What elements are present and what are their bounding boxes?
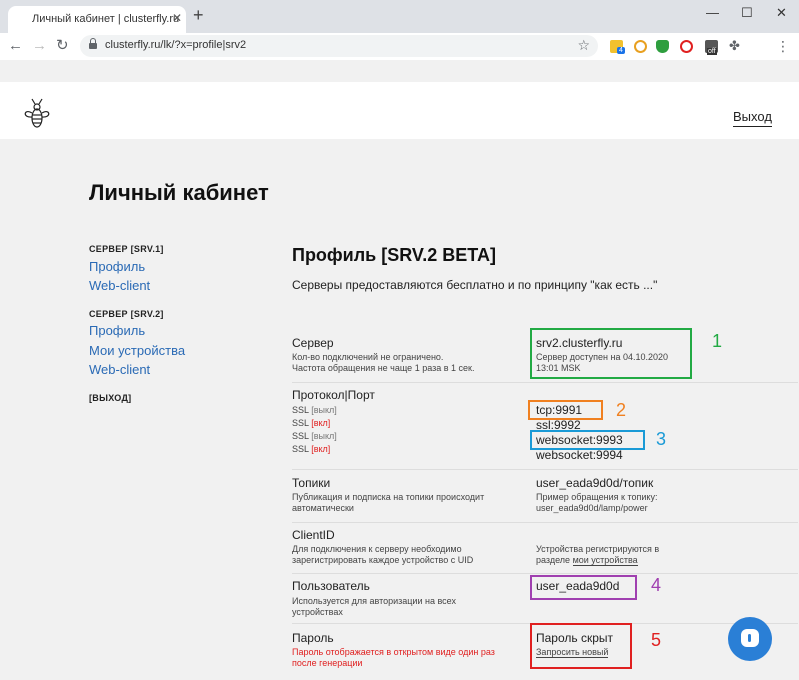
my-devices-link[interactable]: мои устройства	[572, 555, 638, 566]
tab-title: Личный кабинет | clusterfly.ru	[32, 13, 180, 25]
password-desc-2: после генерации	[292, 658, 363, 668]
chat-widget-button[interactable]	[728, 617, 772, 661]
topics-note-1: Пример обращения к топику:	[536, 492, 658, 502]
sidebar-item-exit[interactable]: [ВЫХОД]	[89, 393, 131, 403]
annotation-box-3	[530, 430, 645, 450]
header-exit-link[interactable]: Выход	[733, 109, 772, 127]
address-bar[interactable]: clusterfly.ru/lk/?x=profile|srv2 ☆	[80, 35, 598, 57]
maximize-icon[interactable]: ☐	[741, 5, 753, 21]
tab-close-icon[interactable]: ✕	[172, 11, 182, 25]
ssl-text: SSL	[292, 418, 309, 428]
sidebar-item-srv2-webclient[interactable]: Web-client	[89, 362, 150, 377]
url-text: clusterfly.ru/lk/?x=profile|srv2	[105, 39, 247, 51]
extension-badge-1: 4	[617, 47, 625, 54]
server-desc-1: Кол-во подключений не ограничено.	[292, 352, 444, 362]
sidebar-item-srv2-devices[interactable]: Мои устройства	[89, 343, 185, 358]
ssl-on-badge: [вкл]	[311, 418, 331, 428]
extension-badge-2: off	[707, 48, 717, 55]
menu-dots-icon[interactable]: ⋮	[776, 38, 790, 55]
sidebar-item-srv1-profile[interactable]: Профиль	[89, 259, 145, 274]
chat-bubble-icon	[741, 629, 759, 647]
browser-tab-strip: Личный кабинет | clusterfly.ru ✕ + — ☐ ✕	[0, 0, 799, 33]
annotation-number-3: 3	[656, 429, 667, 449]
sidebar-item-srv1-webclient[interactable]: Web-client	[89, 278, 150, 293]
ssl-text: SSL	[292, 444, 309, 454]
clientid-note-2: разделе мои устройства	[536, 555, 638, 566]
topics-value: user_eada9d0d/топик	[536, 476, 654, 490]
annotation-number-4: 4	[651, 575, 662, 595]
ssl-line-1: SSL [выкл]	[292, 405, 337, 415]
extension-icon-2[interactable]	[634, 40, 647, 53]
minimize-icon[interactable]: —	[706, 5, 719, 20]
ssl-line-2: SSL [вкл]	[292, 418, 330, 428]
topics-desc-1: Публикация и подписка на топики происход…	[292, 492, 485, 502]
ssl-text: SSL	[292, 405, 309, 415]
ssl-on-badge: [вкл]	[311, 444, 331, 454]
lock-icon	[89, 38, 97, 50]
annotation-box-5	[530, 623, 632, 669]
new-tab-icon[interactable]: +	[193, 6, 204, 24]
row-divider	[292, 382, 798, 383]
shield-icon[interactable]	[656, 40, 669, 53]
server-desc-2: Частота обращения не чаще 1 раза в 1 сек…	[292, 363, 475, 373]
password-desc-1: Пароль отображается в открытом виде один…	[292, 647, 495, 657]
ssl-line-3: SSL [выкл]	[292, 431, 337, 441]
bee-logo-icon[interactable]	[20, 98, 54, 132]
ssl-line-4: SSL [вкл]	[292, 444, 330, 454]
back-icon[interactable]: ←	[8, 37, 23, 55]
password-label: Пароль	[292, 631, 334, 645]
close-window-icon[interactable]: ✕	[776, 5, 787, 21]
annotation-number-5: 5	[651, 630, 662, 650]
sidebar-heading-srv1: СЕРВЕР [SRV.1]	[89, 244, 164, 254]
clientid-desc-2: зарегистрировать каждое устройство с UID	[292, 555, 474, 565]
annotation-number-1: 1	[712, 331, 723, 351]
ssl-text: SSL	[292, 431, 309, 441]
topics-label: Топики	[292, 476, 331, 490]
row-divider	[292, 522, 798, 523]
protocol-label: Протокол|Порт	[292, 388, 375, 402]
ssl-off-badge: [выкл]	[311, 405, 337, 415]
page-title: Личный кабинет	[89, 180, 269, 205]
ssl-off-badge: [выкл]	[311, 431, 337, 441]
bookmark-star-icon[interactable]: ☆	[577, 37, 590, 54]
site-header: Выход	[0, 82, 799, 139]
topics-note-2: user_eada9d0d/lamp/power	[536, 503, 648, 513]
sidebar-heading-srv2: СЕРВЕР [SRV.2]	[89, 309, 164, 319]
topics-desc-2: автоматически	[292, 503, 354, 513]
annotation-box-4	[530, 575, 637, 600]
clientid-note-prefix: разделе	[536, 555, 573, 565]
row-divider	[292, 469, 798, 470]
server-label: Сервер	[292, 336, 334, 350]
annotation-box-2	[528, 400, 603, 420]
sidebar-item-srv2-profile[interactable]: Профиль	[89, 323, 145, 338]
clientid-note-1: Устройства регистрируются в	[536, 544, 660, 554]
clientid-desc-1: Для подключения к серверу необходимо	[292, 544, 462, 554]
profile-subtitle: Серверы предоставляются бесплатно и по п…	[292, 278, 658, 292]
annotation-number-2: 2	[616, 400, 627, 420]
adblock-icon[interactable]	[680, 40, 693, 53]
row-divider	[292, 573, 798, 574]
user-desc-1: Используется для авторизации на всех	[292, 596, 456, 606]
clientid-label: ClientID	[292, 528, 335, 542]
profile-title: Профиль [SRV.2 BETA]	[292, 245, 496, 265]
puzzle-icon[interactable]: ✤	[729, 37, 740, 55]
user-label: Пользователь	[292, 579, 370, 593]
port-websocket-ssl: websocket:9994	[536, 448, 623, 462]
annotation-box-1	[530, 328, 692, 379]
browser-tab[interactable]: Личный кабинет | clusterfly.ru ✕	[8, 6, 186, 33]
reload-icon[interactable]: ↻	[56, 37, 69, 55]
browser-toolbar: ← → ↻ clusterfly.ru/lk/?x=profile|srv2 ☆…	[0, 33, 799, 60]
user-desc-2: устройствах	[292, 607, 343, 617]
forward-icon[interactable]: →	[32, 37, 47, 55]
